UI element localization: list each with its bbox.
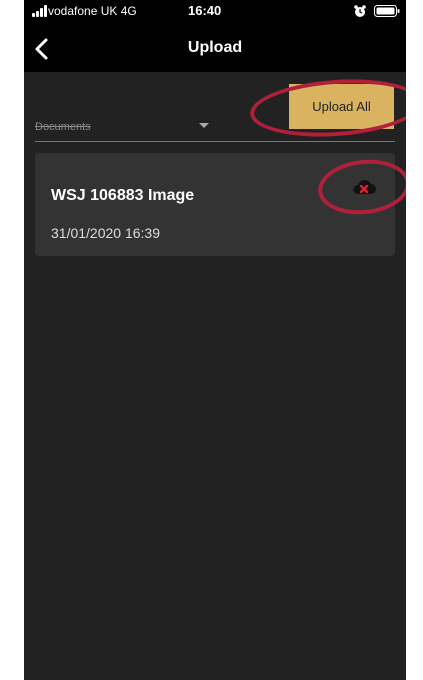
upload-all-button[interactable]: Upload All bbox=[289, 84, 394, 129]
phone-screen: vodafone UK 4G 16:40 Upload Upload All D… bbox=[24, 0, 406, 680]
battery-icon bbox=[374, 5, 400, 17]
carrier-label: vodafone UK 4G bbox=[48, 4, 137, 18]
alarm-icon bbox=[354, 5, 366, 17]
divider bbox=[35, 141, 395, 142]
nav-bar: Upload bbox=[24, 24, 406, 72]
document-type-dropdown[interactable]: Documents bbox=[35, 118, 215, 140]
page-title: Upload bbox=[187, 39, 243, 56]
upload-title: WSJ 106883 Image bbox=[51, 187, 195, 204]
cloud-error-icon[interactable] bbox=[351, 177, 377, 197]
status-bar: vodafone UK 4G 16:40 bbox=[24, 0, 406, 24]
chevron-down-icon bbox=[199, 123, 209, 128]
upload-date: 31/01/2020 16:39 bbox=[51, 225, 160, 241]
list-item[interactable]: WSJ 106883 Image 31/01/2020 16:39 bbox=[35, 153, 395, 256]
dropdown-selected-value: Documents bbox=[35, 121, 91, 133]
status-time: 16:40 bbox=[188, 3, 222, 18]
